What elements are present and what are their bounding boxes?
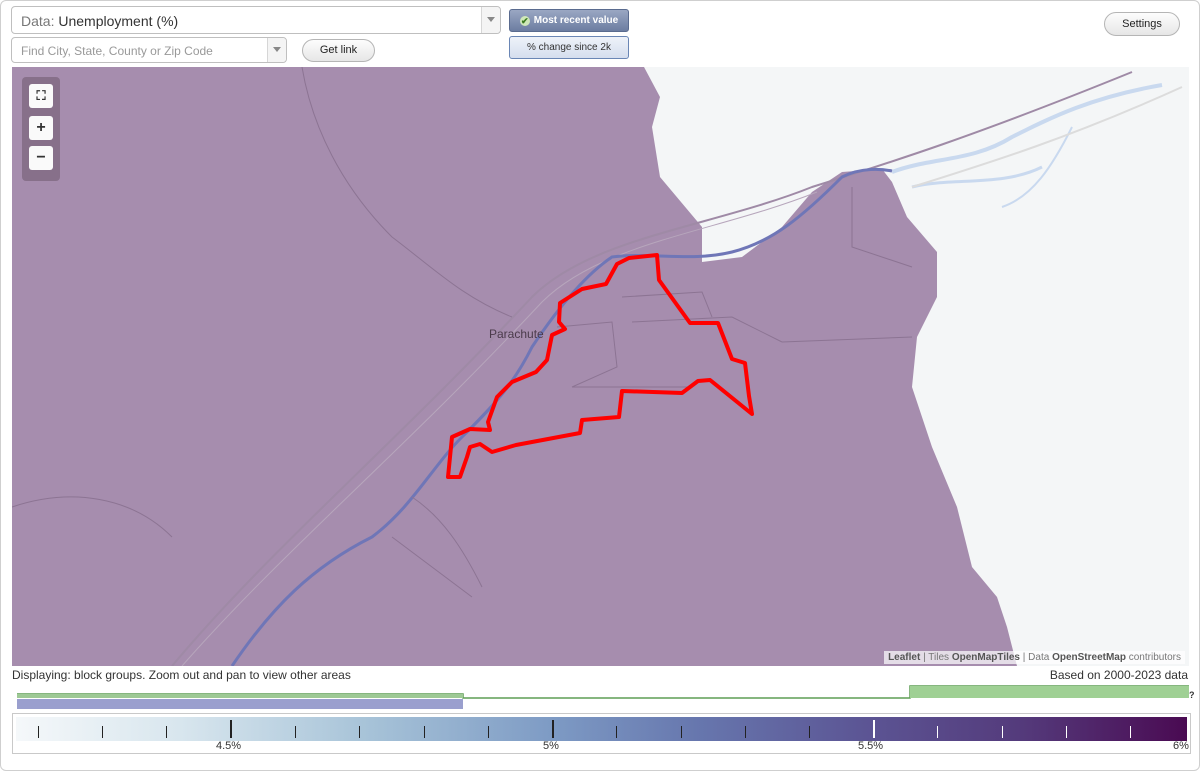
search-input[interactable]: Find City, State, County or Zip Code	[21, 44, 213, 58]
legend-tick	[102, 726, 103, 738]
legend-tick	[295, 726, 296, 738]
openstreetmap-link[interactable]: OpenStreetMap	[1052, 652, 1126, 663]
road-line	[911, 86, 1183, 188]
attribution-separator: |	[1020, 652, 1029, 663]
displaying-status: Displaying: block groups. Zoom out and p…	[12, 668, 351, 682]
legend-tick	[1066, 726, 1067, 738]
attribution-tiles-prefix: Tiles	[928, 652, 952, 663]
legend-tick	[616, 726, 617, 738]
river-shape	[911, 165, 1043, 189]
leaflet-link[interactable]: Leaflet	[888, 652, 920, 663]
map-canvas	[12, 67, 1183, 666]
legend-label: 5%	[543, 740, 559, 752]
legend-tick	[359, 726, 360, 738]
checkmark-icon: ✔	[519, 16, 530, 26]
data-select-prefix: Data:	[21, 13, 55, 29]
zoom-control: ⛶ + −	[22, 77, 60, 181]
legend-tick	[488, 726, 489, 738]
legend-gradient	[16, 717, 1187, 741]
legend-tick	[424, 726, 425, 738]
legend-tick	[230, 720, 232, 738]
data-select-dropdown[interactable]	[481, 7, 500, 33]
attribution-suffix: contributors	[1125, 652, 1181, 663]
histogram-bar	[17, 694, 463, 698]
chevron-down-icon	[487, 17, 495, 22]
legend-tick	[166, 726, 167, 738]
fullscreen-icon[interactable]: ⛶	[29, 84, 53, 108]
openmaptiles-link[interactable]: OpenMapTiles	[952, 652, 1020, 663]
color-legend: 4.5% 5% 5.5% 6%	[12, 713, 1191, 754]
legend-tick	[1002, 726, 1003, 738]
get-link-button[interactable]: Get link	[302, 39, 375, 62]
percent-change-toggle[interactable]: % change since 2k	[509, 36, 629, 59]
legend-tick	[681, 726, 682, 738]
legend-tick	[552, 720, 554, 738]
search-dropdown[interactable]	[267, 38, 286, 62]
settings-button[interactable]: Settings	[1104, 12, 1180, 36]
legend-tick	[745, 726, 746, 738]
river-shape	[891, 83, 1163, 174]
zoom-out-button[interactable]: −	[29, 146, 53, 170]
legend-tick	[873, 720, 875, 738]
data-range-status: Based on 2000-2023 data	[1049, 668, 1188, 682]
histogram-bar	[910, 686, 1189, 698]
legend-label: 5.5%	[858, 740, 884, 752]
map[interactable]: Parachute ⛶ + − Leaflet | Tiles OpenMapT…	[12, 67, 1189, 666]
location-search[interactable]: Find City, State, County or Zip Code	[11, 37, 287, 63]
legend-tick	[38, 726, 39, 738]
legend-label: 4.5%	[216, 740, 242, 752]
value-histogram[interactable]	[17, 684, 1189, 712]
legend-tick	[937, 726, 938, 738]
attribution-data-prefix: Data	[1028, 652, 1053, 663]
histogram-help-icon[interactable]: ?	[1189, 690, 1195, 700]
unemployment-region[interactable]	[12, 67, 1017, 666]
place-label-parachute: Parachute	[489, 327, 544, 341]
most-recent-toggle[interactable]: ✔ Most recent value	[509, 9, 629, 32]
data-select[interactable]: Data: Unemployment (%)	[11, 6, 501, 34]
legend-tick	[809, 726, 810, 738]
histogram-selection-bar	[17, 699, 463, 709]
data-select-value: Unemployment (%)	[58, 13, 179, 29]
legend-tick	[1130, 726, 1131, 738]
most-recent-label: Most recent value	[533, 15, 619, 26]
legend-label: 6%	[1173, 740, 1189, 752]
map-attribution: Leaflet | Tiles OpenMapTiles | Data Open…	[884, 651, 1185, 664]
chevron-down-icon	[273, 47, 281, 52]
zoom-in-button[interactable]: +	[29, 116, 53, 140]
